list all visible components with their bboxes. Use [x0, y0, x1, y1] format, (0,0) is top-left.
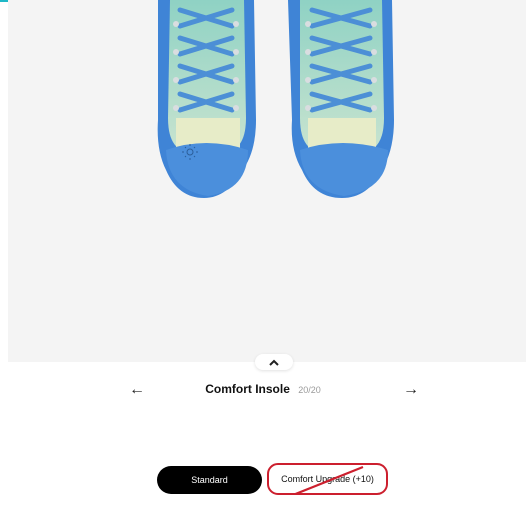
right-shoe	[288, 0, 394, 198]
insole-options: Standard Comfort Upgrade (+10)	[0, 463, 526, 497]
step-name: Comfort Insole	[205, 382, 290, 396]
shoe-illustration	[157, 0, 394, 198]
step-title: Comfort Insole 20/20	[0, 382, 526, 396]
step-navigation: ← Comfort Insole 20/20 →	[0, 378, 526, 402]
left-shoe	[157, 0, 256, 198]
unavailable-strike-icon	[295, 465, 364, 493]
arrow-right-icon[interactable]: →	[400, 380, 422, 400]
option-standard-button[interactable]: Standard	[157, 466, 262, 494]
step-counter: 20/20	[298, 385, 321, 395]
chevron-up-icon	[269, 359, 279, 366]
product-preview[interactable]	[8, 0, 526, 362]
option-comfort-upgrade-button[interactable]: Comfort Upgrade (+10)	[267, 463, 388, 495]
option-label: Standard	[191, 475, 228, 485]
collapse-preview-button[interactable]	[255, 354, 293, 370]
